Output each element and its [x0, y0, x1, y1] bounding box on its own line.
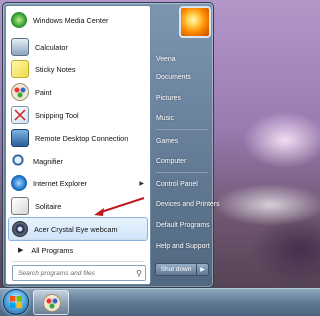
shutdown-options-arrow-icon[interactable]: ▶ [196, 263, 209, 276]
program-paint[interactable]: Paint [8, 81, 148, 103]
program-internet-explorer[interactable]: Internet Explorer ▶ [8, 172, 148, 194]
right-item-computer[interactable]: Computer [156, 154, 208, 168]
all-programs-label: All Programs [31, 245, 74, 255]
right-item-documents[interactable]: Documents [156, 70, 208, 84]
program-acer-crystal-eye-webcam[interactable]: Acer Crystal Eye webcam [8, 217, 148, 241]
program-label: Internet Explorer [33, 178, 87, 188]
shutdown-button[interactable]: Shut down [155, 263, 197, 276]
right-item-pictures[interactable]: Pictures [156, 91, 208, 105]
programs-pane: Windows Media Center Calculator Sticky N… [5, 5, 151, 285]
user-picture-flower[interactable] [179, 6, 211, 38]
right-item-help-and-support[interactable]: Help and Support [156, 239, 210, 253]
paint-icon [43, 294, 61, 312]
program-windows-media-center[interactable]: Windows Media Center [8, 9, 148, 31]
right-item-games[interactable]: Games [156, 134, 208, 148]
webcam-icon [12, 221, 28, 237]
program-sticky-notes[interactable]: Sticky Notes [8, 58, 148, 80]
sticky-notes-icon [11, 60, 29, 78]
remote-desktop-icon [11, 129, 29, 147]
right-item-music[interactable]: Music [156, 111, 208, 125]
divider [12, 239, 145, 240]
right-divider [156, 172, 208, 173]
right-item-control-panel[interactable]: Control Panel [156, 177, 208, 191]
solitaire-icon [11, 197, 29, 215]
submenu-arrow-icon[interactable]: ▶ [139, 180, 144, 187]
program-remote-desktop[interactable]: Remote Desktop Connection [8, 127, 148, 149]
right-item-default-programs[interactable]: Default Programs [156, 218, 210, 232]
all-programs-button[interactable]: ▶ All Programs [8, 242, 148, 258]
windows-logo-icon [10, 296, 22, 308]
right-item-devices-and-printers[interactable]: Devices and Printers [156, 197, 220, 211]
snipping-tool-icon [11, 106, 29, 124]
program-label: Magnifier [33, 156, 64, 166]
program-label: Calculator [35, 42, 68, 52]
program-label: Snipping Tool [35, 110, 79, 120]
program-magnifier[interactable]: Magnifier [8, 150, 148, 172]
taskbar-paint-button[interactable] [33, 290, 69, 315]
paint-icon [11, 83, 29, 101]
right-divider [156, 129, 208, 130]
search-icon[interactable]: ⚲ [136, 269, 142, 278]
start-button[interactable] [3, 289, 29, 315]
program-label: Sticky Notes [35, 64, 76, 74]
program-label: Paint [35, 87, 52, 97]
magnifier-icon [11, 153, 27, 169]
program-solitaire[interactable]: Solitaire [8, 195, 148, 217]
internet-explorer-icon [11, 175, 27, 191]
program-label: Acer Crystal Eye webcam [34, 224, 118, 234]
program-snipping-tool[interactable]: Snipping Tool [8, 104, 148, 126]
divider [12, 261, 145, 262]
triangle-right-icon: ▶ [18, 247, 24, 254]
right-item-veena[interactable]: Veena [156, 52, 208, 66]
program-calculator[interactable]: Calculator [8, 36, 148, 58]
search-input[interactable] [16, 268, 130, 278]
search-box[interactable]: ⚲ [12, 265, 146, 281]
calculator-icon [11, 38, 29, 56]
program-label: Windows Media Center [33, 15, 109, 25]
windows-media-center-icon [11, 12, 27, 28]
program-label: Solitaire [35, 201, 62, 211]
program-label: Remote Desktop Connection [35, 133, 129, 143]
